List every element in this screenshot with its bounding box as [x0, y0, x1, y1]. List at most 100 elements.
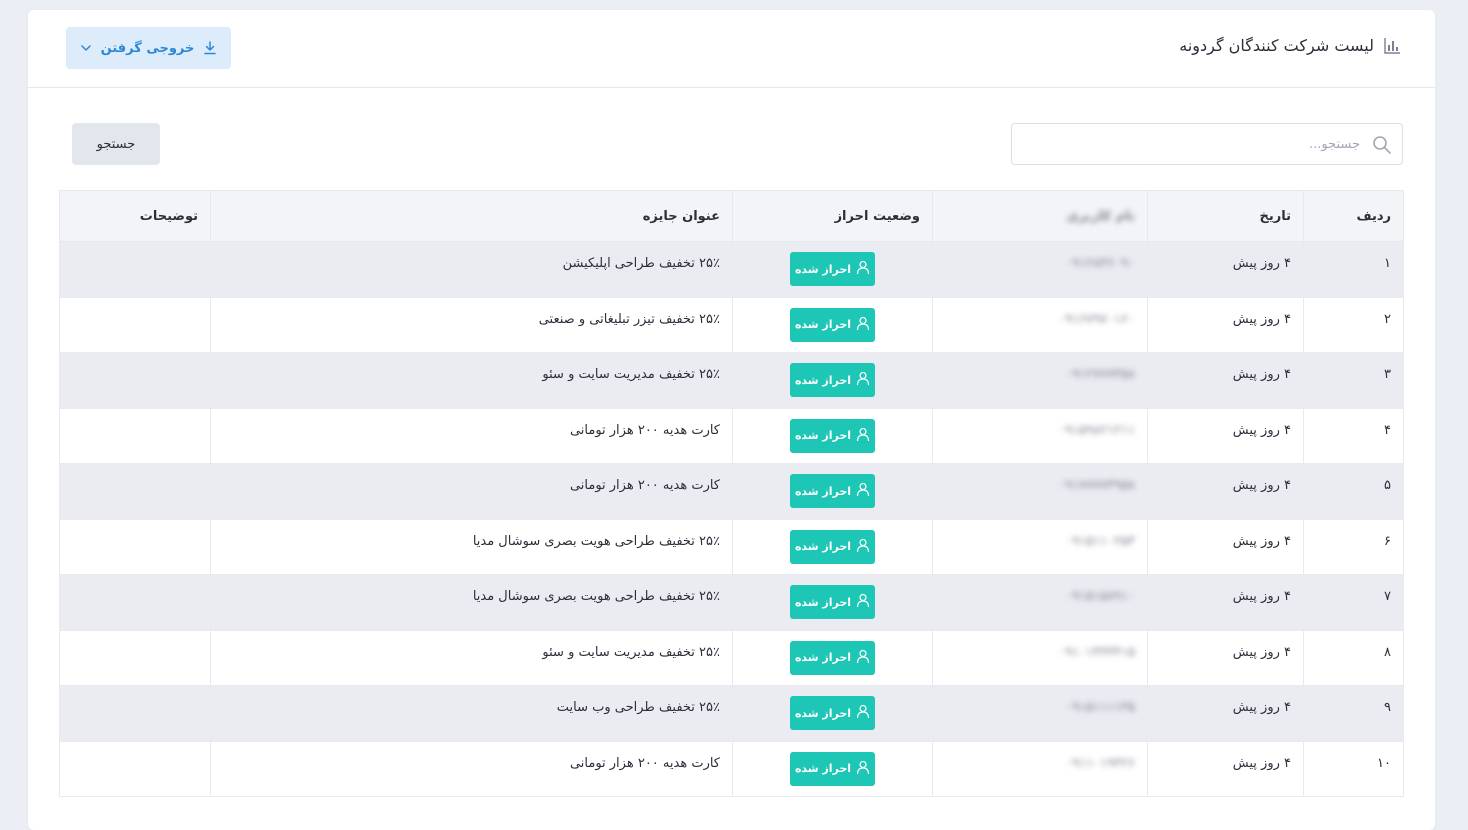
row-date: ۴ روز پیش — [1147, 629, 1304, 686]
username-value: ۰۹۱۵۱۱۰۲۵۳ — [1065, 533, 1135, 549]
row-prize: ۲۵٪ تخفیف مدیریت سایت و سئو — [210, 352, 733, 409]
username-value: ۰۹۱۲۸۳۶۰۹۰ — [1065, 256, 1135, 271]
verified-badge[interactable]: احراز شده — [790, 363, 875, 397]
row-notes — [59, 685, 211, 742]
row-index: ۵ — [1303, 463, 1404, 520]
row-notes — [59, 629, 211, 686]
search-box[interactable] — [1011, 123, 1403, 165]
search-row: جستجو — [28, 123, 1435, 165]
search-input[interactable] — [1040, 134, 1360, 154]
user-icon — [856, 704, 870, 722]
row-username: ۰۹۱۵۹۸۲۱۲۱۱ — [932, 407, 1148, 464]
verified-badge[interactable]: احراز شده — [790, 418, 875, 453]
row-date: ۴ روز پیش — [1147, 685, 1304, 742]
row-notes — [59, 574, 211, 631]
verified-badge[interactable]: احراز شده — [790, 696, 875, 730]
row-notes — [59, 241, 211, 298]
status-label: احراز شده — [794, 762, 852, 775]
export-button[interactable]: خروجی گرفتن — [66, 27, 231, 69]
verified-badge[interactable]: احراز شده — [790, 585, 875, 619]
title-wrap: لیست شرکت کنندگان گردونه — [1179, 36, 1401, 55]
username-value: ۰۹۱۵۹۸۲۱۲۱۱ — [1058, 422, 1135, 438]
verified-badge[interactable]: احراز شده — [790, 640, 875, 675]
row-index: ۱۰ — [1303, 740, 1404, 797]
status-label: احراز شده — [794, 540, 852, 553]
row-status: احراز شده — [732, 296, 933, 353]
col-username-label: نام کاربری — [1066, 208, 1135, 224]
row-status: احراز شده — [732, 352, 933, 409]
col-prize[interactable]: عنوان جایزه — [210, 190, 733, 242]
col-status[interactable]: وضعیت احراز — [732, 190, 933, 242]
row-username: ۰۹۱۰۱۴۴۴۴۱۵ — [932, 629, 1148, 686]
chevron-down-icon — [80, 44, 91, 52]
username-value: ۰۹۱۷۷۷۷۳۹۵۸ — [1058, 478, 1135, 493]
row-status: احراز شده — [732, 574, 933, 631]
row-prize: کارت هدیه ۲۰۰ هزار تومانی — [210, 463, 733, 520]
page-title: لیست شرکت کنندگان گردونه — [1179, 36, 1374, 55]
row-index: ۲ — [1303, 296, 1404, 353]
user-icon — [856, 760, 870, 778]
row-date: ۴ روز پیش — [1147, 463, 1304, 520]
verified-badge[interactable]: احراز شده — [790, 751, 875, 786]
table-row: ۱۰ ۴ روز پیش ۰۹۱۱۰۱۹۳۲۶ احراز شده کارت ه… — [59, 740, 1404, 797]
row-prize: ۲۵٪ تخفیف طراحی هویت بصری سوشال مدیا — [210, 574, 733, 631]
user-icon — [856, 427, 870, 445]
row-index: ۶ — [1303, 518, 1404, 575]
row-status: احراز شده — [732, 518, 933, 575]
table-row: ۱ ۴ روز پیش ۰۹۱۲۸۳۶۰۹۰ احراز شده ۲۵٪ تخف… — [59, 241, 1404, 298]
col-notes[interactable]: توضیحات — [59, 190, 211, 242]
row-username: ۰۹۱۵۱۵۸۹۱۰ — [932, 574, 1148, 631]
table-row: ۶ ۴ روز پیش ۰۹۱۵۱۱۰۲۵۳ احراز شده ۲۵٪ تخف… — [59, 518, 1404, 575]
row-prize: کارت هدیه ۲۰۰ هزار تومانی — [210, 407, 733, 464]
user-icon — [856, 538, 870, 556]
row-index: ۴ — [1303, 407, 1404, 464]
row-notes — [59, 296, 211, 353]
row-date: ۴ روز پیش — [1147, 518, 1304, 575]
row-username: ۰۹۱۲۷۷۷۳۵۸ — [932, 352, 1148, 409]
table-row: ۳ ۴ روز پیش ۰۹۱۲۷۷۷۳۵۸ احراز شده ۲۵٪ تخف… — [59, 352, 1404, 409]
row-username: ۰۹۱۷۷۷۷۳۹۵۸ — [932, 463, 1148, 520]
verified-badge[interactable]: احراز شده — [790, 529, 875, 564]
row-notes — [59, 740, 211, 797]
status-label: احراز شده — [794, 595, 852, 609]
search-icon — [1372, 135, 1392, 159]
user-icon — [856, 260, 870, 278]
status-label: احراز شده — [794, 373, 852, 387]
row-username: ۰۹۱۵۱۱۱۱۳۵ — [932, 685, 1148, 742]
row-username: ۰۹۱۵۱۱۰۲۵۳ — [932, 518, 1148, 575]
row-date: ۴ روز پیش — [1147, 740, 1304, 797]
table-header-row: ردیف تاریخ نام کاربری وضعیت احراز عنوان … — [59, 190, 1404, 242]
col-index[interactable]: ردیف — [1303, 190, 1404, 242]
user-icon — [856, 316, 870, 334]
row-username: ۰۹۱۶۷۹۷۰۱۶۰ — [932, 296, 1148, 353]
bar-chart-icon — [1384, 37, 1401, 54]
row-date: ۴ روز پیش — [1147, 574, 1304, 631]
row-status: احراز شده — [732, 685, 933, 742]
row-date: ۴ روز پیش — [1147, 352, 1304, 409]
row-index: ۳ — [1303, 352, 1404, 409]
row-index: ۸ — [1303, 629, 1404, 686]
user-icon — [856, 482, 870, 500]
row-notes — [59, 518, 211, 575]
username-value: ۰۹۱۰۱۴۴۴۴۱۵ — [1058, 644, 1135, 660]
verified-badge[interactable]: احراز شده — [790, 307, 875, 342]
table-row: ۴ ۴ روز پیش ۰۹۱۵۹۸۲۱۲۱۱ احراز شده کارت ه… — [59, 407, 1404, 464]
status-label: احراز شده — [794, 262, 852, 276]
row-prize: کارت هدیه ۲۰۰ هزار تومانی — [210, 740, 733, 797]
status-label: احراز شده — [794, 484, 852, 498]
row-status: احراز شده — [732, 241, 933, 298]
panel-card: لیست شرکت کنندگان گردونه خروجی گرفتن جست… — [28, 10, 1435, 830]
username-value: ۰۹۱۶۷۹۷۰۱۶۰ — [1058, 311, 1135, 327]
row-status: احراز شده — [732, 463, 933, 520]
col-username[interactable]: نام کاربری — [932, 190, 1148, 242]
row-date: ۴ روز پیش — [1147, 241, 1304, 298]
search-button[interactable]: جستجو — [72, 123, 160, 165]
verified-badge[interactable]: احراز شده — [790, 474, 875, 508]
user-icon — [856, 649, 870, 667]
col-date[interactable]: تاریخ — [1147, 190, 1304, 242]
row-prize: ۲۵٪ تخفیف تیزر تبلیغاتی و صنعتی — [210, 296, 733, 353]
username-value: ۰۹۱۱۰۱۹۳۲۶ — [1065, 755, 1135, 771]
verified-badge[interactable]: احراز شده — [790, 252, 875, 286]
row-status: احراز شده — [732, 740, 933, 797]
status-label: احراز شده — [794, 429, 852, 442]
